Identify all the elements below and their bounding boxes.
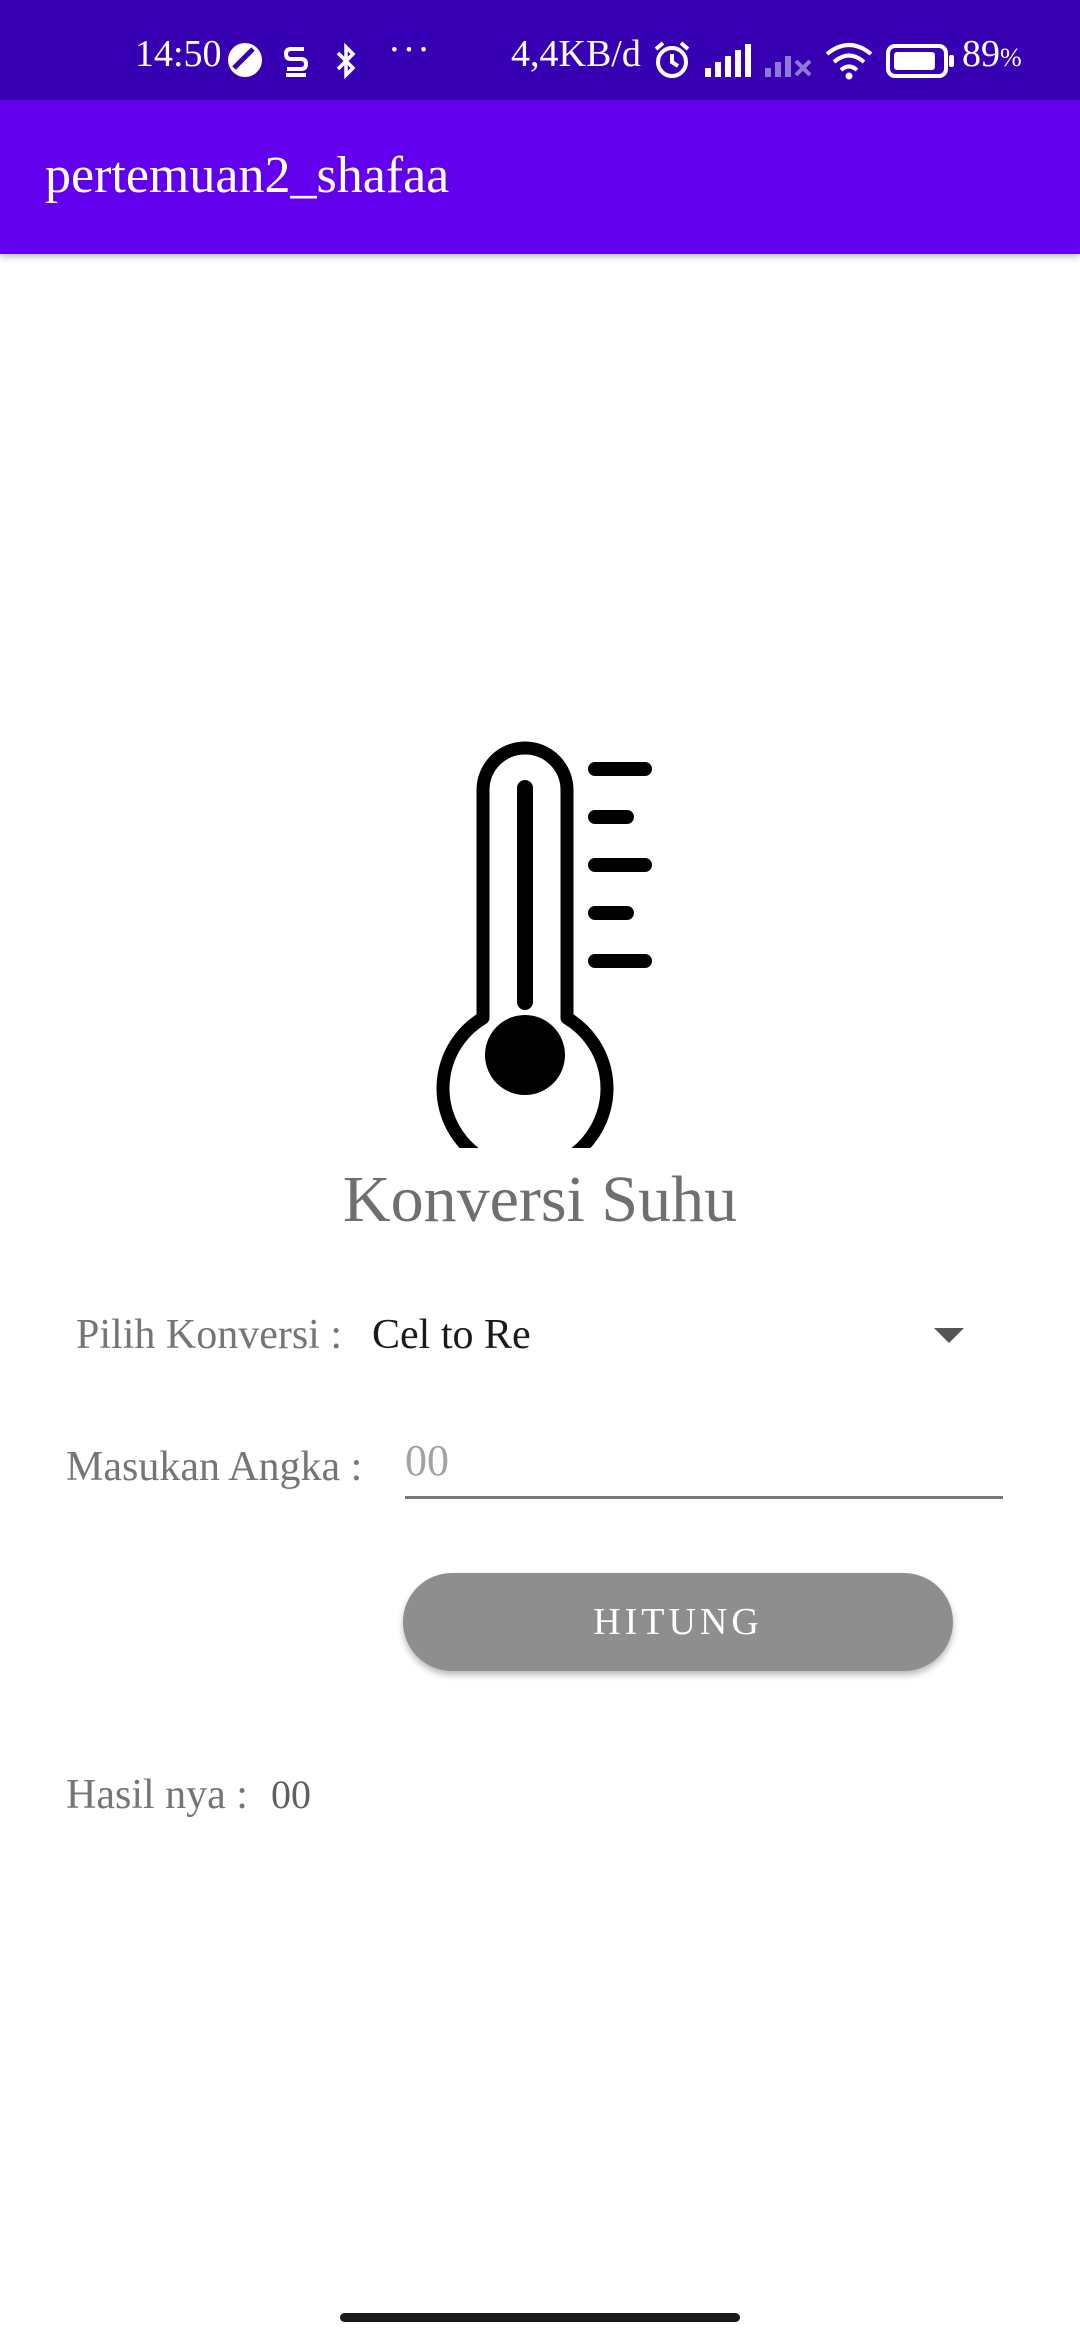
result-value: 00 (271, 1772, 311, 1817)
home-indicator[interactable] (340, 2313, 740, 2322)
network-speed: 4,4KB/d (511, 33, 641, 75)
data-saver-icon (228, 43, 262, 77)
signal-no-service-icon (765, 56, 812, 77)
alarm-icon (654, 41, 690, 78)
conversion-label: Pilih Konversi : (76, 1312, 343, 1358)
status-bar: 14:50 ··· 4,4KB/d 89% (0, 0, 1080, 100)
number-input-container (405, 1430, 1003, 1499)
app-title: pertemuan2_shafaa (45, 147, 450, 204)
more-notifications-dots: ··· (388, 29, 432, 71)
result-label: Hasil nya : (66, 1772, 248, 1818)
s-notification-icon (283, 47, 309, 77)
thermometer-icon (436, 741, 652, 1148)
dropdown-arrow-icon (934, 1328, 964, 1343)
hitung-button[interactable]: HITUNG (403, 1573, 953, 1671)
battery-icon (886, 44, 954, 78)
conversion-selected-value: Cel to Re (372, 1312, 531, 1358)
number-input[interactable] (405, 1430, 995, 1490)
conversion-spinner[interactable]: Cel to Re (360, 1300, 990, 1370)
wifi-icon (825, 43, 873, 80)
app-bar: pertemuan2_shafaa (0, 100, 1080, 254)
status-time: 14:50 (135, 33, 222, 75)
signal-icon (705, 44, 751, 77)
input-label: Masukan Angka : (66, 1444, 363, 1490)
page-title: Konversi Suhu (342, 1163, 738, 1236)
battery-percent: 89% (962, 33, 1022, 75)
bluetooth-icon (336, 42, 356, 80)
